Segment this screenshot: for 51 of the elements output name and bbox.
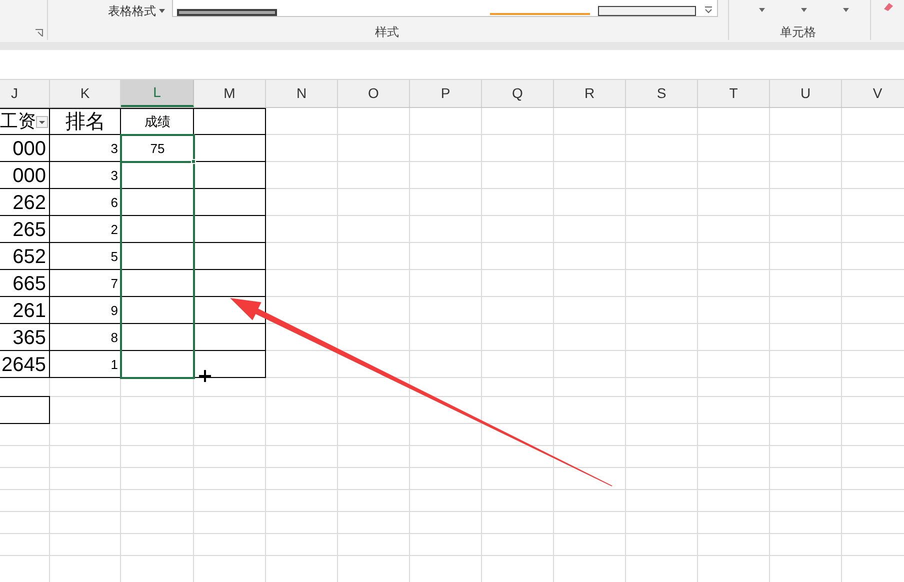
table-cell-text: 3 <box>110 140 119 158</box>
style-swatch[interactable] <box>490 12 590 15</box>
scroll-down-icon[interactable] <box>704 5 713 14</box>
table-cell-text: 排名 <box>64 110 106 134</box>
column-header[interactable]: S <box>626 80 698 107</box>
table-cell-text: 5 <box>110 248 119 266</box>
column-header[interactable]: M <box>194 80 266 107</box>
table-cell-text: 652 <box>12 244 47 270</box>
table-cell-text: 000 <box>12 136 47 162</box>
column-header[interactable]: O <box>338 80 410 107</box>
style-swatch[interactable] <box>598 6 696 16</box>
column-header[interactable]: L <box>121 80 194 107</box>
group-label: 样式 <box>375 24 399 41</box>
table-cell-text: 9 <box>110 302 119 320</box>
table-cell-text: 000 <box>12 164 47 188</box>
column-header[interactable]: U <box>770 80 842 107</box>
table-cell-text: 工资 <box>0 110 36 133</box>
filter-dropdown-icon[interactable] <box>36 116 48 128</box>
caret-icon[interactable] <box>759 8 765 12</box>
table-cell-text: 365 <box>12 326 47 350</box>
table-cell-text: 7 <box>110 274 119 293</box>
table-cell-text: 6 <box>110 194 119 212</box>
table-cell-text: 261 <box>12 298 47 324</box>
column-header[interactable]: Q <box>482 80 554 107</box>
fill-handle[interactable] <box>191 159 196 164</box>
table-cell-text: 2 <box>110 220 119 239</box>
table-cell-text: 665 <box>12 272 47 296</box>
table-cell-text: 3 <box>110 166 119 185</box>
eraser-icon[interactable] <box>882 0 894 12</box>
format-table-button[interactable]: 表格格式 <box>108 2 165 20</box>
caret-icon[interactable] <box>801 8 807 12</box>
caret-icon <box>159 9 165 13</box>
table-cell-text: 成绩 <box>144 112 172 131</box>
caret-icon[interactable] <box>843 8 849 12</box>
table-cell-text: 1 <box>110 356 119 374</box>
column-header[interactable]: V <box>842 80 904 107</box>
column-header[interactable]: J <box>0 80 50 107</box>
column-header[interactable]: T <box>698 80 770 107</box>
group-label: 单元格 <box>780 24 816 41</box>
style-swatch[interactable] <box>177 9 277 16</box>
dialog-launcher-icon[interactable] <box>35 29 43 37</box>
table-cell-text: 75 <box>149 140 166 158</box>
table-cell-text: 262 <box>12 190 47 216</box>
table-cell-text: 265 <box>12 218 47 242</box>
table-cell-text: 2645 <box>0 352 47 378</box>
cell-styles-gallery[interactable] <box>172 0 718 17</box>
column-header[interactable]: R <box>554 80 626 107</box>
crosshair-cursor-icon <box>199 370 211 382</box>
table-cell-text: 8 <box>110 328 119 347</box>
column-header[interactable]: P <box>410 80 482 107</box>
column-header[interactable]: N <box>266 80 338 107</box>
